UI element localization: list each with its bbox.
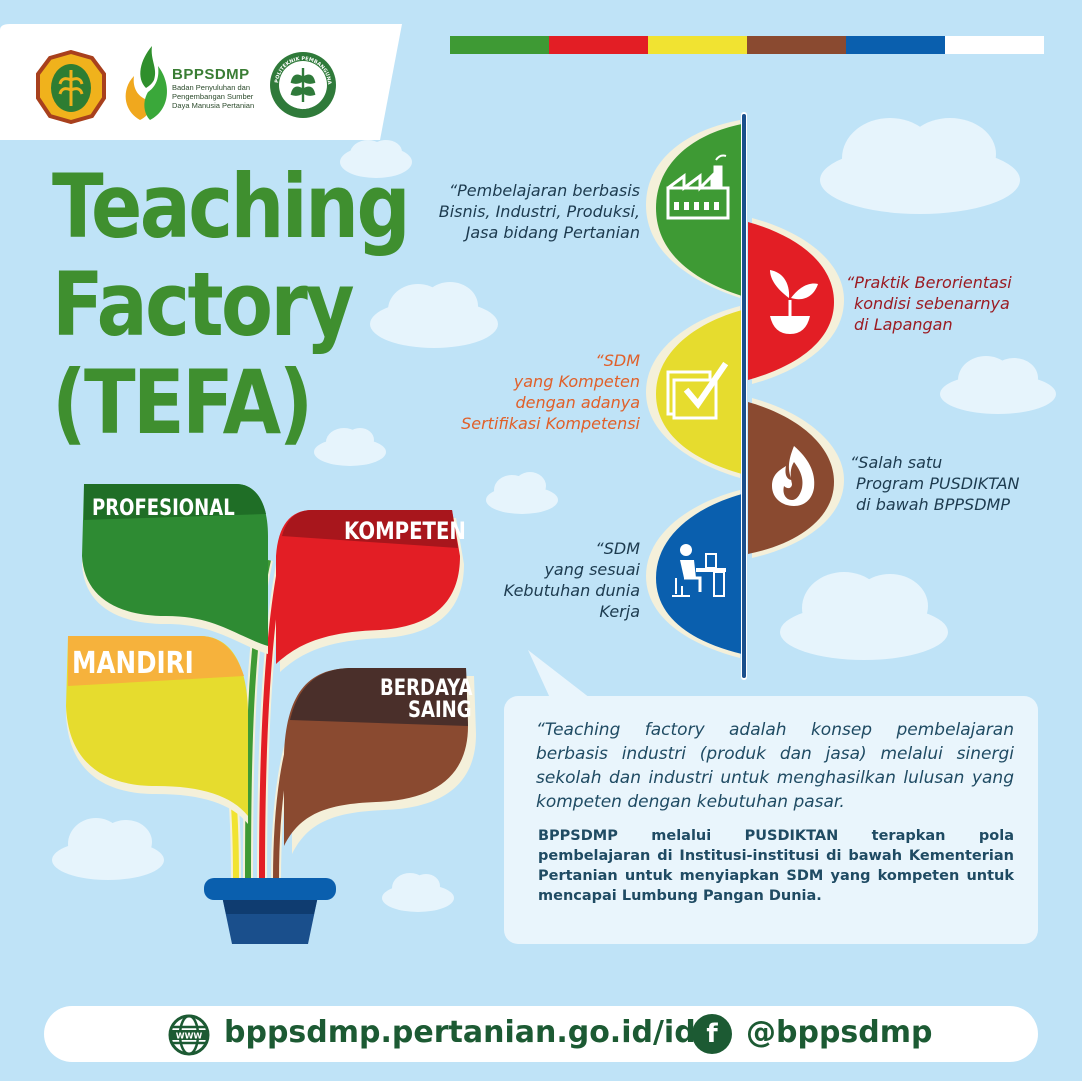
plant-pot (204, 878, 336, 944)
feature-line: “Praktik Berorientasi (846, 273, 1012, 292)
feature-line: di bawah BPPSDMP (856, 495, 1010, 514)
polbangtan-logo: POLITEKNIK PEMBANGUNAN PERTANIAN MALANG (268, 50, 336, 118)
feature-line: kondisi sebenarnya (854, 294, 1010, 313)
ministry-logo (36, 50, 106, 124)
feature-line: yang sesuai (544, 560, 640, 579)
bppsdmp-logo (125, 46, 168, 120)
org-abbrev: BPPSDMP (172, 66, 250, 83)
title-line: Teaching (52, 155, 411, 258)
leaf-label-saing: SAING (408, 698, 472, 723)
feature-line: “Pembelajaran berbasis (448, 181, 640, 200)
feature-business-text: “Pembelajaran berbasis Bisnis, Industri,… (380, 180, 640, 243)
title-line: (TEFA) (52, 351, 313, 454)
color-strip-segment (648, 36, 747, 54)
helix-graphic (646, 112, 844, 680)
feature-line: Kebutuhan dunia (503, 581, 640, 600)
social-handle[interactable]: @bppsdmp (746, 1012, 933, 1054)
feature-line: yang Kompeten (513, 372, 640, 391)
feature-line: “Salah satu (850, 453, 943, 472)
feature-line: “SDM (595, 351, 640, 370)
page-title: Teaching Factory (TEFA) (52, 155, 411, 454)
org-fullname-line: Badan Penyuluhan dan (172, 83, 250, 92)
feature-line: Jasa bidang Pertanian (465, 223, 640, 242)
feature-line: dengan adanya (515, 393, 640, 412)
www-icon-label: WWW (176, 1032, 203, 1041)
color-strip-segment (549, 36, 648, 54)
bppsdmp-logo-text: BPPSDMP Badan Penyuluhan dan Pengembanga… (172, 66, 254, 110)
website-link[interactable]: bppsdmp.pertanian.go.id/id (224, 1012, 696, 1054)
feature-competent-text: “SDM yang Kompeten dengan adanya Sertifi… (400, 350, 640, 434)
feature-line: “SDM (595, 539, 640, 558)
color-strip-segment (747, 36, 846, 54)
color-strip-segment (450, 36, 549, 54)
org-fullname-line: Daya Manusia Pertanian (172, 101, 255, 110)
globe-icon[interactable]: WWW (168, 1014, 210, 1056)
feature-line: Kerja (599, 602, 640, 621)
feature-line: Bisnis, Industri, Produksi, (438, 202, 640, 221)
leaf-label-mandiri: MANDIRI (72, 646, 194, 681)
leaf-label-profesional: PROFESIONAL (92, 496, 235, 521)
feature-work-needs-text: “SDM yang sesuai Kebutuhan dunia Kerja (440, 538, 640, 622)
org-fullname-line: Pengembangan Sumber (172, 92, 254, 101)
facebook-icon[interactable]: f (692, 1014, 732, 1054)
title-line: Factory (52, 253, 355, 356)
feature-program-text: “Salah satu Program PUSDIKTAN di bawah B… (850, 452, 1050, 515)
color-strip-segment (846, 36, 945, 54)
feature-line: Program PUSDIKTAN (856, 474, 1020, 493)
color-strip-segment (945, 36, 1044, 54)
facebook-glyph: f (706, 1019, 718, 1049)
feature-line: di Lapangan (854, 315, 953, 334)
description-bold: BPPSDMP melalui PUSDIKTAN terapkan pola … (538, 828, 1014, 904)
feature-practice-text: “Praktik Berorientasi kondisi sebenarnya… (846, 272, 1046, 335)
description-italic: “Teaching factory adalah konsep pembelaj… (536, 720, 1014, 812)
feature-line: Sertifikasi Kompetensi (461, 414, 640, 433)
